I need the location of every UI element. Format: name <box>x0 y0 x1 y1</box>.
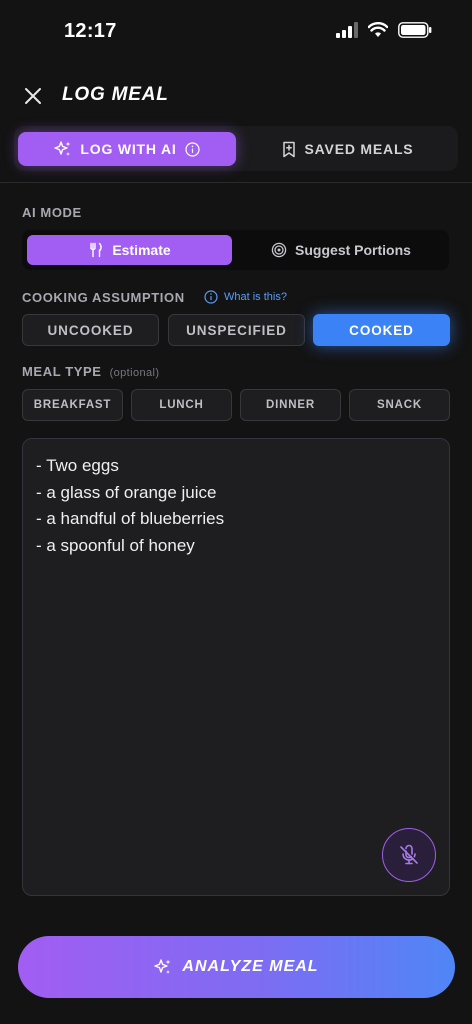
info-icon[interactable] <box>184 141 200 157</box>
lunch-button[interactable]: LUNCH <box>131 389 232 421</box>
optional-hint: (optional) <box>109 367 160 379</box>
meal-type-label: MEAL TYPE (optional) <box>22 364 159 379</box>
target-icon <box>271 242 287 258</box>
tab-saved-meals-label: SAVED MEALS <box>304 141 414 157</box>
analyze-meal-label: ANALYZE MEAL <box>182 958 319 975</box>
tab-log-with-ai-label: LOG WITH AI <box>80 141 177 157</box>
what-is-this-link[interactable]: What is this? <box>204 290 287 304</box>
close-icon <box>25 88 41 104</box>
meal-description-input[interactable]: - Two eggs - a glass of orange juice - a… <box>22 438 450 896</box>
close-button[interactable] <box>20 83 46 109</box>
mic-button[interactable] <box>382 828 436 882</box>
cooked-button[interactable]: COOKED <box>313 314 450 346</box>
signal-icon <box>336 22 358 38</box>
mic-off-icon <box>400 844 418 865</box>
divider <box>0 182 472 183</box>
info-icon <box>204 290 218 304</box>
status-time: 12:17 <box>64 20 117 42</box>
analyze-meal-button[interactable]: ANALYZE MEAL <box>18 936 455 998</box>
cooking-assumption-label: COOKING ASSUMPTION <box>22 290 185 305</box>
dinner-button[interactable]: DINNER <box>240 389 341 421</box>
tab-saved-meals[interactable]: SAVED MEALS <box>240 132 454 166</box>
mode-tabs: LOG WITH AI SAVED MEALS <box>14 126 458 171</box>
sparkle-icon <box>54 141 71 156</box>
uncooked-button[interactable]: UNCOOKED <box>22 314 159 346</box>
estimate-label: Estimate <box>112 242 171 258</box>
ai-mode-selector: Estimate Suggest Portions <box>22 230 449 270</box>
meal-line: - Two eggs <box>36 456 119 475</box>
meal-line: - a spoonful of honey <box>36 535 195 555</box>
sparkle-icon <box>154 959 171 974</box>
cooking-options: UNCOOKED UNSPECIFIED COOKED <box>22 314 450 346</box>
status-bar: 12:17 <box>0 0 472 64</box>
meal-type-options: BREAKFAST LUNCH DINNER SNACK <box>22 389 450 421</box>
tab-log-with-ai[interactable]: LOG WITH AI <box>18 132 236 166</box>
wifi-icon <box>368 22 388 37</box>
meal-type-text: MEAL TYPE <box>22 364 102 379</box>
suggest-portions-option[interactable]: Suggest Portions <box>238 235 444 265</box>
utensils-icon <box>90 242 103 258</box>
bookmark-plus-icon <box>282 141 295 157</box>
header: LOG MEAL <box>0 76 472 116</box>
breakfast-button[interactable]: BREAKFAST <box>22 389 123 421</box>
status-icons <box>336 22 432 38</box>
meal-line: - a handful of blueberries <box>36 509 225 528</box>
estimate-option[interactable]: Estimate <box>27 235 232 265</box>
meal-line: - a glass of orange juice <box>36 482 217 502</box>
snack-button[interactable]: SNACK <box>349 389 450 421</box>
ai-mode-label: AI MODE <box>22 205 82 220</box>
suggest-portions-label: Suggest Portions <box>295 242 411 258</box>
unspecified-button[interactable]: UNSPECIFIED <box>168 314 305 346</box>
page-title: LOG MEAL <box>62 84 169 105</box>
what-is-this-text: What is this? <box>224 291 287 303</box>
battery-icon <box>398 22 432 38</box>
